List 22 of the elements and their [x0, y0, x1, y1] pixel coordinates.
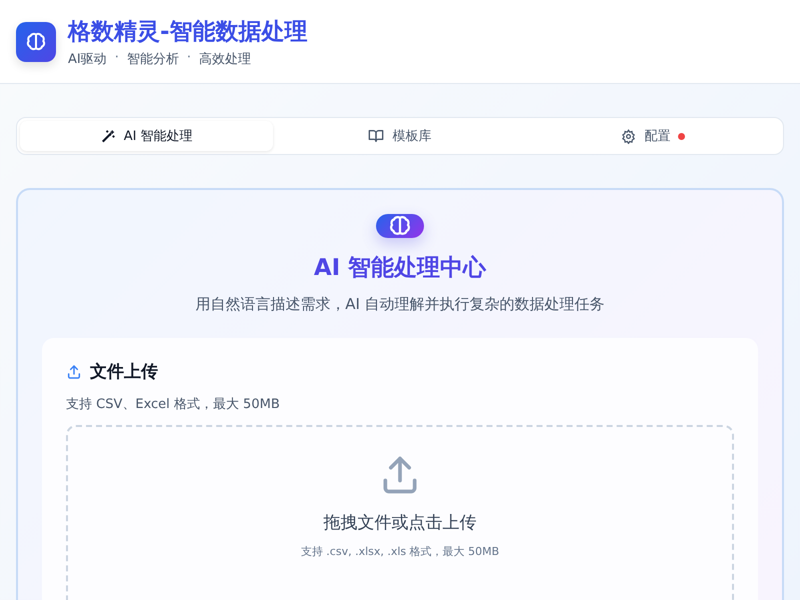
- magic-wand-icon: [100, 128, 116, 144]
- section-title: AI 智能处理中心: [314, 254, 486, 283]
- tagline: AI驱动: [68, 50, 107, 68]
- app-title: 格数精灵-智能数据处理: [68, 18, 308, 46]
- separator-dot: ·: [114, 50, 119, 66]
- tab[interactable]: AI 智能处理: [20, 121, 274, 151]
- separator-dot: ·: [186, 50, 192, 66]
- upload-hint: 支持 CSV、Excel 格式，最大 50MB: [66, 396, 281, 413]
- upload-icon: [66, 364, 82, 380]
- tab[interactable]: 配置: [526, 121, 780, 151]
- section-subtitle: 用自然语言描述需求，AI 自动理解并执行复杂的数据处理任务: [195, 295, 605, 314]
- book-icon: [368, 128, 384, 144]
- brain-icon: [376, 214, 424, 238]
- tagline: 高效处理: [199, 50, 252, 68]
- tab[interactable]: 模板库: [273, 121, 527, 151]
- settings-icon: [621, 128, 636, 144]
- drop-hint: 支持 .csv, .xlsx, .xls 格式，最大 50MB: [300, 544, 500, 559]
- brain-logo-icon: [16, 22, 56, 62]
- upload-title: 文件上传: [90, 361, 158, 383]
- drop-title: 拖拽文件或点击上传: [324, 512, 476, 534]
- tagline: 智能分析: [126, 50, 179, 68]
- drop-zone[interactable]: 拖拽文件或点击上传 支持 .csv, .xlsx, .xls 格式，最大 50MB: [66, 425, 734, 600]
